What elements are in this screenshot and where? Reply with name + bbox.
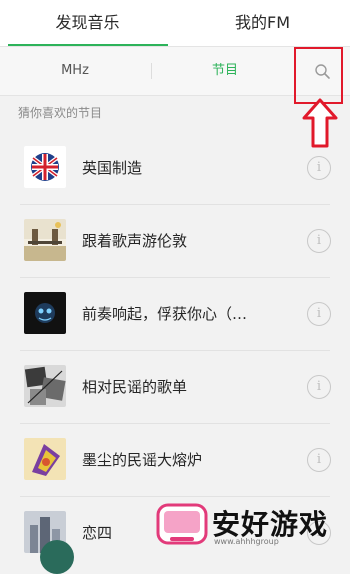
uk-flag-cover-icon: [24, 146, 66, 188]
collage-cover-icon: [24, 365, 66, 407]
program-row[interactable]: 前奏响起，俘获你心（… i: [0, 278, 350, 351]
tab-discover-music[interactable]: 发现音乐: [0, 0, 175, 46]
program-row[interactable]: 英国制造 i: [0, 132, 350, 205]
search-highlight-box: [294, 47, 343, 104]
watermark: 安好游戏 www.ahhhgroup: [150, 495, 350, 551]
info-icon[interactable]: i: [307, 156, 331, 180]
colorful-cover-icon: [24, 438, 66, 480]
section-title: 猜你喜欢的节目: [18, 106, 103, 120]
program-row[interactable]: 跟着歌声游伦敦 i: [0, 205, 350, 278]
subtab-programs[interactable]: 节目: [175, 47, 275, 95]
program-row[interactable]: 墨尘的民谣大熔炉 i: [0, 424, 350, 497]
program-title: 恋四: [82, 524, 113, 542]
subtab-mhz[interactable]: MHz: [25, 47, 125, 95]
watermark-subtext: www.ahhhgroup: [214, 537, 279, 546]
dark-cover-icon: [24, 292, 66, 334]
tab-my-fm[interactable]: 我的FM: [175, 0, 350, 46]
program-title: 前奏响起，俘获你心（…: [82, 305, 248, 323]
gamepad-logo-icon: [156, 503, 208, 545]
program-title: 跟着歌声游伦敦: [82, 232, 188, 250]
program-row[interactable]: 相对民谣的歌单 i: [0, 351, 350, 424]
program-title: 相对民谣的歌单: [82, 378, 188, 396]
program-title: 墨尘的民谣大熔炉: [82, 451, 203, 469]
avatar[interactable]: [40, 540, 74, 574]
info-icon[interactable]: i: [307, 302, 331, 326]
program-title: 英国制造: [82, 159, 143, 177]
london-bridge-cover-icon: [24, 219, 66, 261]
info-icon[interactable]: i: [307, 375, 331, 399]
info-icon[interactable]: i: [307, 448, 331, 472]
subtab-divider: [151, 63, 152, 79]
info-icon[interactable]: i: [307, 229, 331, 253]
top-navigation: 发现音乐 我的FM: [0, 0, 350, 46]
